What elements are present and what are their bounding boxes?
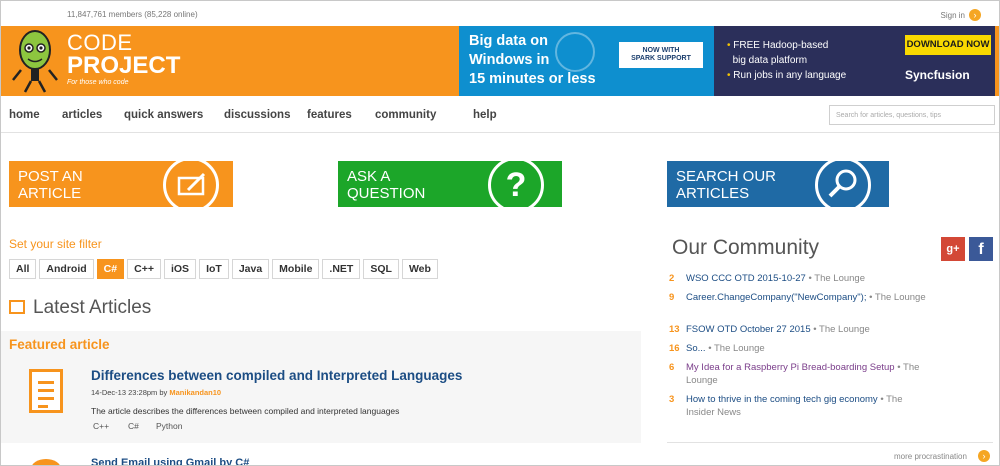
question-mark-icon: ? — [488, 161, 544, 207]
ad-headline-line: Windows in — [469, 52, 550, 68]
article-tag[interactable]: C# — [128, 421, 139, 431]
nav-help[interactable]: help — [473, 109, 497, 121]
ad-headline: Big data on Windows in 15 minutes or les… — [469, 32, 596, 89]
site-filter-chips: All Android C# C++ iOS IoT Java Mobile .NET SQL We… — [9, 259, 441, 279]
reply-count: 9 — [669, 292, 675, 303]
nav-articles[interactable]: articles — [62, 109, 102, 121]
article-tag[interactable]: C++ — [93, 421, 109, 431]
logo-tagline: For those who code — [67, 79, 129, 86]
nav-community[interactable]: community — [375, 109, 436, 121]
arrow-right-icon[interactable]: › — [969, 9, 981, 21]
ad-left-panel: Big data on Windows in 15 minutes or les… — [459, 26, 714, 96]
community-item[interactable]: 2 WSO CCC OTD 2015-10-27 • The Lounge — [669, 272, 931, 285]
community-item[interactable]: 6 My Idea for a Raspberry Pi Bread-board… — [669, 361, 931, 387]
ad-badge-line: NOW WITH — [642, 47, 680, 54]
filter-chip-web[interactable]: Web — [401, 259, 438, 279]
page: 11,847,761 members (85,228 online) Sign … — [0, 0, 1000, 466]
rss-box-icon[interactable] — [9, 300, 25, 314]
ad-headline-line: Big data on — [469, 33, 548, 49]
article-author-link[interactable]: Manikandan10 — [169, 388, 221, 397]
thread-link[interactable]: So... — [686, 343, 706, 354]
nav-features[interactable]: features — [307, 109, 352, 121]
filter-chip-dotnet[interactable]: .NET — [322, 259, 361, 279]
forum-name[interactable]: The Lounge — [819, 324, 870, 335]
latest-articles-title: Latest Articles — [33, 297, 152, 318]
email-icon — [31, 459, 61, 465]
syncfusion-logo: Syncfusion — [905, 68, 970, 82]
community-item[interactable]: 3 How to thrive in the coming tech gig e… — [669, 393, 931, 419]
thread-link[interactable]: My Idea for a Raspberry Pi Bread-boardin… — [686, 362, 895, 373]
member-count: 11,847,761 members (85,228 online) — [67, 10, 198, 19]
filter-chip-android[interactable]: Android — [39, 259, 94, 279]
filter-chip-cpp[interactable]: C++ — [127, 259, 161, 279]
forum-name[interactable]: The Lounge — [814, 273, 865, 284]
article-title-link[interactable]: Send Email using Gmail by C# — [91, 457, 249, 465]
google-plus-icon[interactable]: g+ — [941, 237, 965, 261]
featured-article-label: Featured article — [9, 337, 110, 352]
site-filter-title: Set your site filter — [9, 237, 102, 251]
community-item[interactable]: 16 So... • The Lounge — [669, 342, 931, 355]
filter-chip-iot[interactable]: IoT — [199, 259, 229, 279]
article-tag[interactable]: Python — [156, 421, 182, 431]
ad-bullet: Run jobs in any language — [733, 70, 847, 81]
thread-link[interactable]: Career.ChangeCompany("NewCompany"); — [686, 292, 866, 303]
filter-chip-sql[interactable]: SQL — [363, 259, 399, 279]
reply-count: 13 — [669, 324, 680, 335]
featured-article-panel: Featured article Differences between com… — [1, 331, 641, 443]
article-title-link[interactable]: Differences between compiled and Interpr… — [91, 368, 462, 383]
nav-home[interactable]: home — [9, 109, 40, 121]
filter-chip-csharp[interactable]: C# — [96, 259, 125, 279]
divider — [667, 442, 993, 443]
filter-chip-mobile[interactable]: Mobile — [272, 259, 320, 279]
community-item[interactable]: 9 Career.ChangeCompany("NewCompany"); • … — [669, 291, 931, 304]
article-description: The article describes the differences be… — [91, 406, 400, 416]
arrow-right-icon[interactable]: › — [978, 450, 990, 462]
ad-badge: NOW WITH SPARK SUPPORT — [619, 42, 703, 68]
document-icon — [29, 369, 63, 413]
bob-mascot-icon[interactable] — [9, 26, 61, 96]
post-article-button[interactable]: POST AN ARTICLE — [9, 161, 233, 207]
facebook-icon[interactable]: f — [969, 237, 993, 261]
reply-count: 16 — [669, 343, 680, 354]
filter-chip-ios[interactable]: iOS — [163, 259, 197, 279]
forum-name[interactable]: The Lounge — [714, 343, 765, 354]
search-articles-button[interactable]: SEARCH OUR ARTICLES — [667, 161, 889, 207]
community-item[interactable]: 13 FSOW OTD October 27 2015 • The Lounge — [669, 323, 931, 336]
ad-bullet: big data platform — [732, 55, 808, 66]
ad-badge-line: SPARK SUPPORT — [631, 55, 691, 62]
more-procrastination-link[interactable]: more procrastination — [894, 452, 967, 461]
magnifier-icon — [815, 161, 871, 207]
filter-chip-java[interactable]: Java — [231, 259, 270, 279]
forum-name[interactable]: The Lounge — [875, 292, 926, 303]
ad-bullet-list: • FREE Hadoop-based big data platform • … — [727, 40, 847, 81]
pencil-icon — [163, 161, 219, 207]
ad-headline-line: 15 minutes or less — [469, 71, 596, 87]
filter-chip-all[interactable]: All — [9, 259, 37, 279]
download-now-button[interactable]: DOWNLOAD NOW — [905, 35, 991, 55]
thread-link[interactable]: FSOW OTD October 27 2015 — [686, 324, 811, 335]
nav-quick-answers[interactable]: quick answers — [124, 109, 203, 121]
ask-question-button[interactable]: ASK A QUESTION ? — [338, 161, 562, 207]
ad-banner[interactable]: Big data on Windows in 15 minutes or les… — [459, 26, 995, 96]
reply-count: 2 — [669, 273, 675, 284]
reply-count: 6 — [669, 362, 675, 373]
thread-link[interactable]: How to thrive in the coming tech gig eco… — [686, 394, 878, 405]
reply-count: 3 — [669, 394, 675, 405]
site-logo[interactable]: CODE PROJECT For those who code — [67, 30, 181, 87]
site-search-input[interactable]: Search for articles, questions, tips — [829, 105, 995, 125]
logo-line-2: PROJECT — [67, 52, 181, 79]
logo-line-1: CODE — [67, 30, 133, 55]
nav-discussions[interactable]: discussions — [224, 109, 290, 121]
thread-link[interactable]: WSO CCC OTD 2015-10-27 — [686, 273, 806, 284]
sign-in-link[interactable]: Sign in — [941, 11, 965, 20]
top-strip: 11,847,761 members (85,228 online) Sign … — [1, 1, 999, 27]
article-meta: 14-Dec-13 23:28pm by Manikandan10 — [91, 388, 221, 397]
community-title: Our Community — [672, 236, 820, 259]
ad-bullet: FREE Hadoop-based — [733, 40, 829, 51]
article-date: 14-Dec-13 23:28pm by — [91, 388, 168, 397]
